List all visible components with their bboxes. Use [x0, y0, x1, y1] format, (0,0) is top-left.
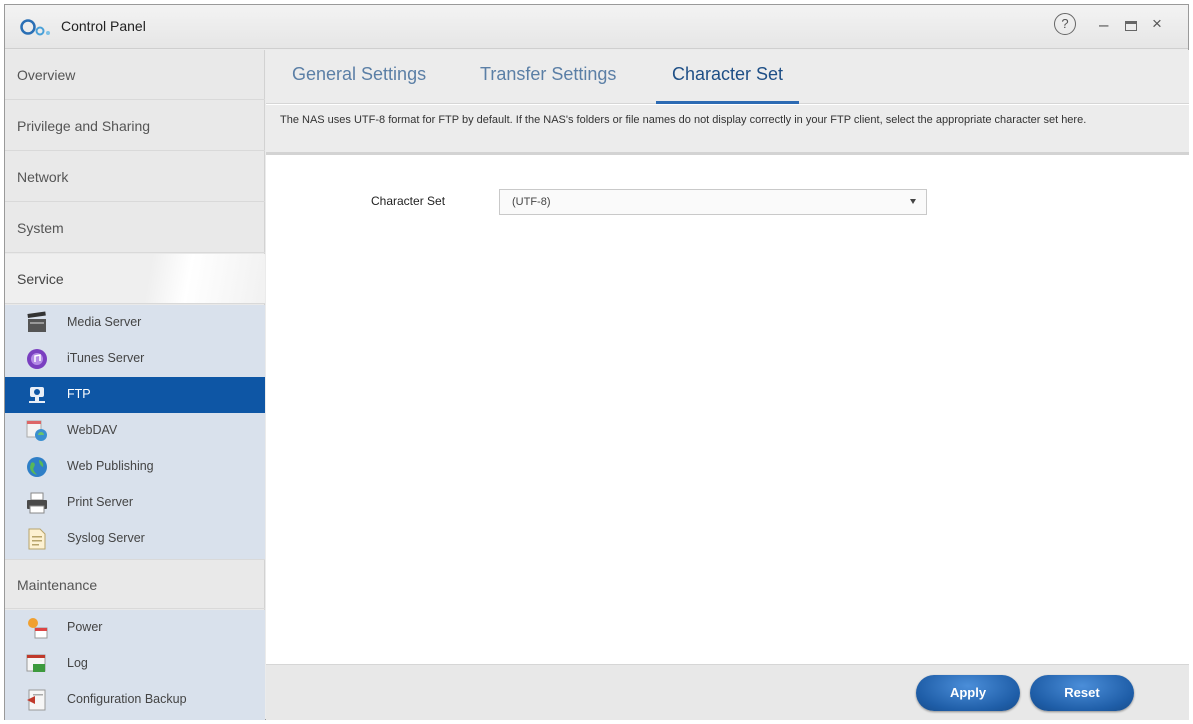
window-title: Control Panel [61, 18, 146, 34]
printer-icon [27, 492, 47, 514]
syslog-icon [28, 528, 46, 550]
sidebar-item-label: Configuration Backup [67, 692, 187, 706]
sidebar-item-configuration-backup[interactable]: Configuration Backup [5, 682, 265, 718]
sidebar-item-syslog-server[interactable]: Syslog Server [5, 521, 265, 557]
sidebar-item-system[interactable]: System [5, 203, 265, 253]
webdav-icon [26, 420, 47, 441]
service-subgroup: Media Server iTunes Server FTP WebDAV We… [5, 305, 265, 559]
power-icon [28, 618, 48, 639]
maximize-button[interactable] [1125, 21, 1137, 31]
tab-transfer-settings[interactable]: Transfer Settings [480, 64, 616, 104]
sidebar: Overview Privilege and Sharing Network S… [5, 50, 265, 720]
footer-bar: Apply Reset [266, 664, 1189, 720]
log-icon [26, 654, 46, 672]
sidebar-item-overview[interactable]: Overview [5, 50, 265, 100]
charset-select-value: (UTF-8) [512, 196, 551, 208]
sidebar-item-label: iTunes Server [67, 351, 145, 365]
sidebar-item-network[interactable]: Network [5, 152, 265, 202]
tab-character-set[interactable]: Character Set [656, 64, 800, 104]
globe-icon [27, 457, 47, 477]
media-server-icon [27, 311, 46, 332]
main-panel: General Settings Transfer Settings Chara… [266, 50, 1189, 720]
tab-general-settings[interactable]: General Settings [292, 64, 426, 104]
sidebar-item-label: Print Server [67, 495, 133, 509]
sidebar-item-label: Log [67, 656, 88, 670]
sidebar-item-ftp[interactable]: FTP [5, 377, 265, 413]
backup-icon [27, 689, 46, 711]
sidebar-item-privilege-sharing[interactable]: Privilege and Sharing [5, 101, 265, 151]
chevron-down-icon [910, 199, 916, 204]
maintenance-subgroup: Power Log Configuration Backup [5, 610, 265, 720]
sidebar-item-web-publishing[interactable]: Web Publishing [5, 449, 265, 485]
sidebar-item-webdav[interactable]: WebDAV [5, 413, 265, 449]
sidebar-item-label: Web Publishing [67, 459, 154, 473]
ftp-icon [29, 387, 45, 403]
tab-bar: General Settings Transfer Settings Chara… [266, 50, 1189, 104]
minimize-button[interactable]: – [1099, 15, 1108, 35]
sidebar-item-power[interactable]: Power [5, 610, 265, 646]
sidebar-item-media-server[interactable]: Media Server [5, 305, 265, 341]
close-button[interactable]: × [1152, 14, 1162, 34]
description-text: The NAS uses UTF-8 format for FTP by def… [266, 105, 1189, 155]
sidebar-item-itunes-server[interactable]: iTunes Server [5, 341, 265, 377]
sidebar-item-print-server[interactable]: Print Server [5, 485, 265, 521]
sidebar-item-label: FTP [67, 387, 91, 401]
help-button[interactable]: ? [1054, 13, 1076, 35]
sidebar-item-service[interactable]: Service [5, 254, 265, 304]
app-logo-icon [20, 19, 50, 36]
sidebar-item-label: Syslog Server [67, 531, 145, 545]
sidebar-item-label: WebDAV [67, 423, 118, 437]
charset-select[interactable]: (UTF-8) [499, 189, 927, 215]
sidebar-item-maintenance[interactable]: Maintenance [5, 559, 265, 609]
title-bar: Control Panel ? – × [5, 5, 1188, 49]
control-panel-window: Control Panel ? – × Overview Privilege a… [4, 4, 1189, 720]
sidebar-item-log[interactable]: Log [5, 646, 265, 682]
charset-label: Character Set [371, 194, 446, 208]
reset-button[interactable]: Reset [1030, 675, 1134, 711]
sidebar-item-label: Media Server [67, 315, 142, 329]
itunes-icon [27, 349, 47, 369]
sidebar-item-label: Power [67, 620, 103, 634]
apply-button[interactable]: Apply [916, 675, 1020, 711]
